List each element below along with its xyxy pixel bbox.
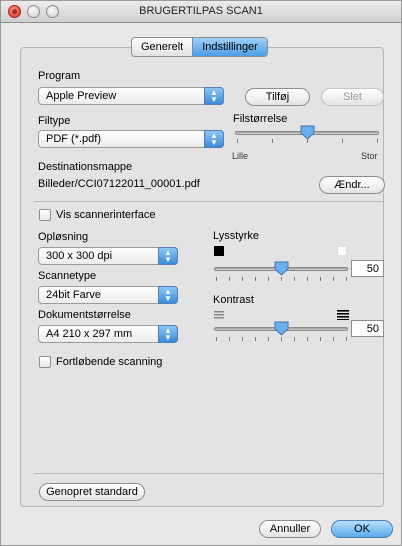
brightness-value[interactable]: 50 [351, 260, 384, 277]
slider-tick [237, 139, 238, 143]
slider-tick [333, 337, 334, 341]
light-square-icon [337, 246, 347, 256]
contrast-slider-thumb[interactable] [274, 321, 289, 336]
filetype-label: Filtype [38, 115, 71, 127]
continuous-scan-checkbox[interactable] [39, 356, 51, 368]
scan-type-popup[interactable]: 24bit Farve ▲ ▼ [38, 286, 178, 304]
show-scanner-interface-label: Vis scannerinterface [56, 209, 156, 221]
program-label: Program [38, 70, 81, 82]
tab-general[interactable]: Generelt [132, 38, 192, 56]
slider-tick [307, 277, 308, 281]
brightness-label: Lysstyrke [213, 230, 260, 242]
filesize-max-label: Stor [361, 151, 378, 161]
updown-arrows-icon: ▲ ▼ [158, 325, 178, 343]
slider-tick [320, 337, 321, 341]
resolution-label: Opløsning [38, 231, 89, 243]
slider-tick [242, 277, 243, 281]
add-button[interactable]: Tilføj [245, 88, 310, 106]
show-scanner-interface-checkbox[interactable] [39, 209, 51, 221]
slider-tick [229, 277, 230, 281]
slider-tick [216, 277, 217, 281]
resolution-popup[interactable]: 300 x 300 dpi ▲ ▼ [38, 247, 178, 265]
slider-tick [377, 139, 378, 143]
document-size-label: Dokumentstørrelse [38, 309, 131, 321]
filesize-slider-thumb[interactable] [300, 125, 315, 140]
contrast-value[interactable]: 50 [351, 320, 384, 337]
slider-tick [342, 139, 343, 143]
tab-settings[interactable]: Indstillinger [192, 38, 267, 56]
updown-arrows-icon: ▲ ▼ [158, 286, 178, 304]
slider-tick [216, 337, 217, 341]
destination-label: Destinationsmappe [38, 161, 133, 173]
dialog-window: BRUGERTILPAS SCAN1 Generelt Indstillinge… [0, 0, 402, 546]
slider-tick [281, 337, 282, 341]
filetype-popup[interactable]: PDF (*.pdf) ▲ ▼ [38, 130, 224, 148]
dark-square-icon [214, 246, 224, 256]
slider-tick [272, 139, 273, 143]
slider-tick [268, 277, 269, 281]
resolution-value: 300 x 300 dpi [46, 250, 113, 262]
window-title: BRUGERTILPAS SCAN1 [139, 5, 263, 17]
program-popup[interactable]: Apple Preview ▲ ▼ [38, 87, 224, 105]
slider-tick [255, 277, 256, 281]
slider-tick [229, 337, 230, 341]
continuous-scan-label: Fortløbende scanning [56, 356, 163, 368]
updown-arrows-icon: ▲ ▼ [204, 87, 224, 105]
delete-button[interactable]: Slet [321, 88, 384, 106]
slider-tick [346, 337, 347, 341]
destination-path: Billeder/CCI07122011_00001.pdf [38, 178, 200, 190]
document-size-value: A4 210 x 297 mm [46, 328, 133, 340]
separator [34, 473, 384, 474]
slider-tick [320, 277, 321, 281]
slider-tick [255, 337, 256, 341]
slider-tick [281, 277, 282, 281]
low-contrast-icon [214, 311, 224, 319]
scan-type-value: 24bit Farve [46, 289, 102, 301]
filetype-value: PDF (*.pdf) [46, 133, 102, 145]
slider-tick [268, 337, 269, 341]
slider-tick [307, 337, 308, 341]
title-bar: BRUGERTILPAS SCAN1 [1, 1, 401, 23]
document-size-popup[interactable]: A4 210 x 297 mm ▲ ▼ [38, 325, 178, 343]
brightness-slider-thumb[interactable] [274, 261, 289, 276]
change-button[interactable]: Ændr... [319, 176, 385, 194]
contrast-label: Kontrast [213, 294, 254, 306]
slider-tick [294, 337, 295, 341]
slider-tick [242, 337, 243, 341]
slider-tick [333, 277, 334, 281]
slider-tick [307, 139, 308, 143]
restore-defaults-button[interactable]: Genopret standard [39, 483, 145, 501]
ok-button[interactable]: OK [331, 520, 393, 538]
separator [34, 201, 384, 202]
updown-arrows-icon: ▲ ▼ [204, 130, 224, 148]
filesize-min-label: Lille [232, 151, 249, 161]
slider-tick [294, 277, 295, 281]
tab-bar: Generelt Indstillinger [131, 37, 268, 57]
slider-tick [346, 277, 347, 281]
scan-type-label: Scannetype [38, 270, 97, 282]
filesize-label: Filstørrelse [233, 113, 288, 125]
updown-arrows-icon: ▲ ▼ [158, 247, 178, 265]
high-contrast-icon [337, 310, 349, 320]
program-value: Apple Preview [46, 90, 117, 102]
cancel-button[interactable]: Annuller [259, 520, 321, 538]
